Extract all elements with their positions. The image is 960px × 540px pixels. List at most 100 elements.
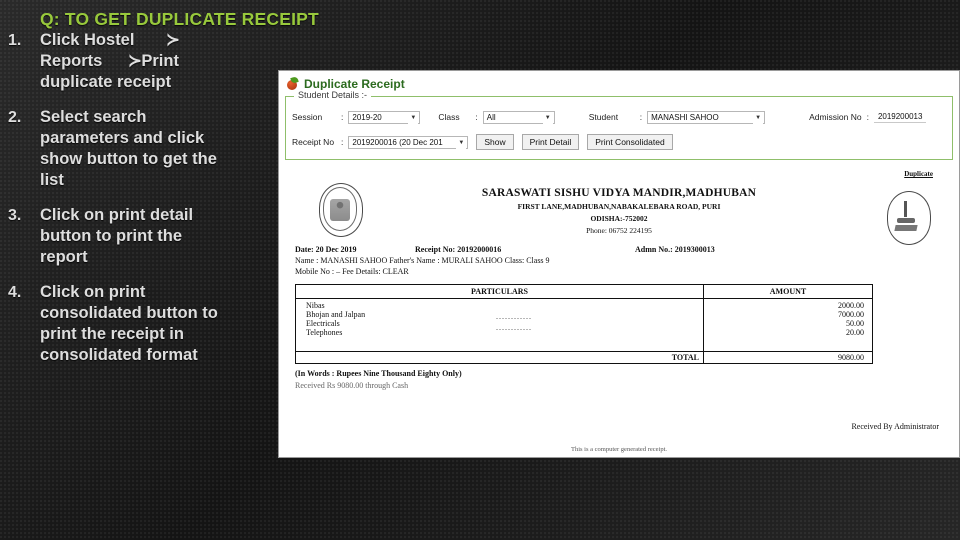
class-value: All bbox=[486, 112, 496, 122]
receipt-number: Receipt No: 20192000016 bbox=[415, 245, 635, 254]
chevron-right-icon-2: ≺ bbox=[127, 52, 142, 70]
amount-value: 7000.00 bbox=[838, 310, 864, 319]
amount-in-words: (In Words : Rupees Nine Thousand Eighty … bbox=[295, 369, 462, 378]
fieldset-legend: Student Details :- bbox=[294, 90, 372, 100]
student-label: Student bbox=[588, 112, 619, 122]
step-text: report bbox=[40, 248, 88, 266]
step-text: Click Hostel bbox=[40, 31, 135, 49]
class-select[interactable]: All ▼ bbox=[482, 110, 555, 124]
particulars-cell: Nibas Bhojan and Jalpan Electricals Tele… bbox=[295, 298, 704, 352]
step-text: consolidated button to bbox=[40, 304, 218, 322]
list-item-step-2: 2. Select search parameters and click sh… bbox=[0, 107, 278, 191]
colon-3: : bbox=[639, 112, 643, 122]
student-value: MANASHI SAHOO bbox=[651, 112, 719, 122]
step-text: Select search bbox=[40, 108, 147, 126]
receipt-no-select[interactable]: 2019200016 (20 Dec 201 ▼ bbox=[348, 135, 469, 149]
step-number: 1. bbox=[8, 32, 22, 49]
print-consolidated-button[interactable]: Print Consolidated bbox=[587, 134, 673, 150]
receipt-preview: Duplicate SARASWATI SISHU VIDYA MANDIR,M… bbox=[283, 165, 955, 457]
leader-dots-1: ............ bbox=[496, 312, 532, 321]
step-number: 3. bbox=[8, 207, 22, 224]
colon-4: : bbox=[866, 112, 869, 122]
amount-value: 2000.00 bbox=[838, 301, 864, 310]
school-state-pin: ODISHA:-752002 bbox=[590, 214, 648, 223]
duplicate-tag: Duplicate bbox=[904, 170, 933, 178]
receipt-no-label: Receipt No bbox=[292, 137, 335, 147]
mobile-fee-line: Mobile No : – Fee Details: CLEAR bbox=[295, 267, 409, 276]
amount-value: 20.00 bbox=[846, 328, 864, 337]
show-button[interactable]: Show bbox=[476, 134, 514, 150]
generated-note: This is a computer generated receipt. bbox=[570, 446, 667, 453]
chevron-down-icon[interactable]: ▼ bbox=[456, 137, 467, 149]
step-text-2: Print bbox=[141, 52, 179, 70]
step-text: print the receipt in bbox=[40, 325, 184, 343]
list-item-step-1: 1. Click Hostel ≺ Reports ≺Print duplica… bbox=[0, 30, 278, 93]
receipt-date: Date: 20 Dec 2019 bbox=[295, 245, 415, 254]
student-select[interactable]: MANASHI SAHOO ▼ bbox=[647, 110, 766, 124]
instructions-panel: Q: TO GET DUPLICATE RECEIPT 1. Click Hos… bbox=[0, 0, 319, 540]
step-text-3: duplicate receipt bbox=[40, 73, 172, 91]
amount-value: 50.00 bbox=[846, 319, 864, 328]
column-header-amount: AMOUNT bbox=[703, 284, 873, 299]
list-item-step-3: 3. Click on print detail button to print… bbox=[0, 205, 278, 268]
total-value: 9080.00 bbox=[703, 351, 873, 364]
admission-number: Admn No.: 2019300013 bbox=[635, 245, 715, 254]
colon-5: : bbox=[341, 137, 344, 147]
school-emblem-right-icon bbox=[887, 191, 931, 245]
particulars-table: PARTICULARS AMOUNT Nibas Bhojan and Jalp… bbox=[295, 284, 873, 364]
school-address: FIRST LANE,MADHUBAN,NABAKALEBARA ROAD, P… bbox=[517, 202, 721, 211]
step-text: Reports bbox=[40, 52, 103, 70]
table-header-row: PARTICULARS AMOUNT bbox=[295, 284, 873, 299]
colon-2: : bbox=[475, 112, 478, 122]
chevron-down-icon[interactable]: ▼ bbox=[408, 112, 419, 124]
session-select[interactable]: 2019-20 ▼ bbox=[348, 110, 421, 124]
receipt-no-value: 20192000016 bbox=[457, 245, 502, 254]
page-title: Q: TO GET DUPLICATE RECEIPT bbox=[40, 9, 319, 29]
leader-dots-2: ............ bbox=[496, 323, 532, 332]
admission-no-label: Admission No bbox=[809, 112, 862, 122]
receipt-meta: Date: 20 Dec 2019 Receipt No: 2019200001… bbox=[295, 245, 955, 276]
chevron-right-icon: ≺ bbox=[165, 31, 180, 49]
admn-no-value: 2019300013 bbox=[674, 245, 715, 254]
step-text: Click on print bbox=[40, 283, 146, 301]
step-line: Reports ≺Print bbox=[40, 51, 270, 72]
column-header-particulars: PARTICULARS bbox=[295, 284, 704, 299]
signature-line: Received By Administrator bbox=[851, 422, 939, 431]
chevron-down-icon[interactable]: ▼ bbox=[753, 112, 764, 124]
class-label: Class bbox=[438, 112, 460, 122]
app-logo-icon bbox=[285, 75, 299, 91]
steps-list: 1. Click Hostel ≺ Reports ≺Print duplica… bbox=[0, 30, 278, 380]
school-seal-left-icon bbox=[319, 183, 363, 237]
receipt-row: Receipt No : 2019200016 (20 Dec 201 ▼ Sh… bbox=[292, 131, 946, 153]
session-value: 2019-20 bbox=[352, 112, 382, 122]
list-item-step-4: 4. Click on print consolidated button to… bbox=[0, 282, 278, 366]
date-label: Date: bbox=[295, 245, 314, 254]
step-text: parameters and click bbox=[40, 129, 205, 147]
particular-item: Nibas bbox=[306, 301, 325, 310]
step-text: list bbox=[40, 171, 64, 189]
step-text: show button to get the bbox=[40, 150, 217, 168]
amounts-cell: 2000.00 7000.00 50.00 20.00 bbox=[703, 298, 873, 352]
colon-1: : bbox=[341, 112, 344, 122]
application-window: Duplicate Receipt Student Details :- Ses… bbox=[278, 70, 960, 458]
receipt-no-value: 2019200016 (20 Dec 201 bbox=[352, 137, 443, 147]
session-label: Session bbox=[292, 112, 323, 122]
print-detail-button[interactable]: Print Detail bbox=[521, 134, 580, 150]
table-row-items: Nibas Bhojan and Jalpan Electricals Tele… bbox=[295, 298, 873, 352]
received-line: Received Rs 9080.00 through Cash bbox=[295, 381, 409, 390]
receipt-meta-row-1: Date: 20 Dec 2019 Receipt No: 2019200001… bbox=[295, 245, 955, 254]
total-label: TOTAL bbox=[295, 351, 704, 364]
window-titlebar: Duplicate Receipt bbox=[279, 71, 959, 93]
admission-no-value: 2019200013 bbox=[873, 112, 927, 123]
school-phone: Phone: 06752 224195 bbox=[586, 226, 652, 235]
admn-no-label: Admn No.: bbox=[635, 245, 673, 254]
chevron-down-icon[interactable]: ▼ bbox=[542, 112, 553, 124]
window-title: Duplicate Receipt bbox=[304, 76, 405, 91]
student-details-fieldset: Student Details :- Session : 2019-20 ▼ C… bbox=[285, 90, 953, 160]
step-line: Click Hostel ≺ bbox=[40, 30, 270, 51]
step-number: 4. bbox=[8, 284, 22, 301]
step-text: button to print the bbox=[40, 227, 183, 245]
table-row-total: TOTAL 9080.00 bbox=[295, 351, 873, 364]
student-name-line: Name : MANASHI SAHOO Father's Name : MUR… bbox=[295, 256, 550, 265]
step-number: 2. bbox=[8, 109, 22, 126]
